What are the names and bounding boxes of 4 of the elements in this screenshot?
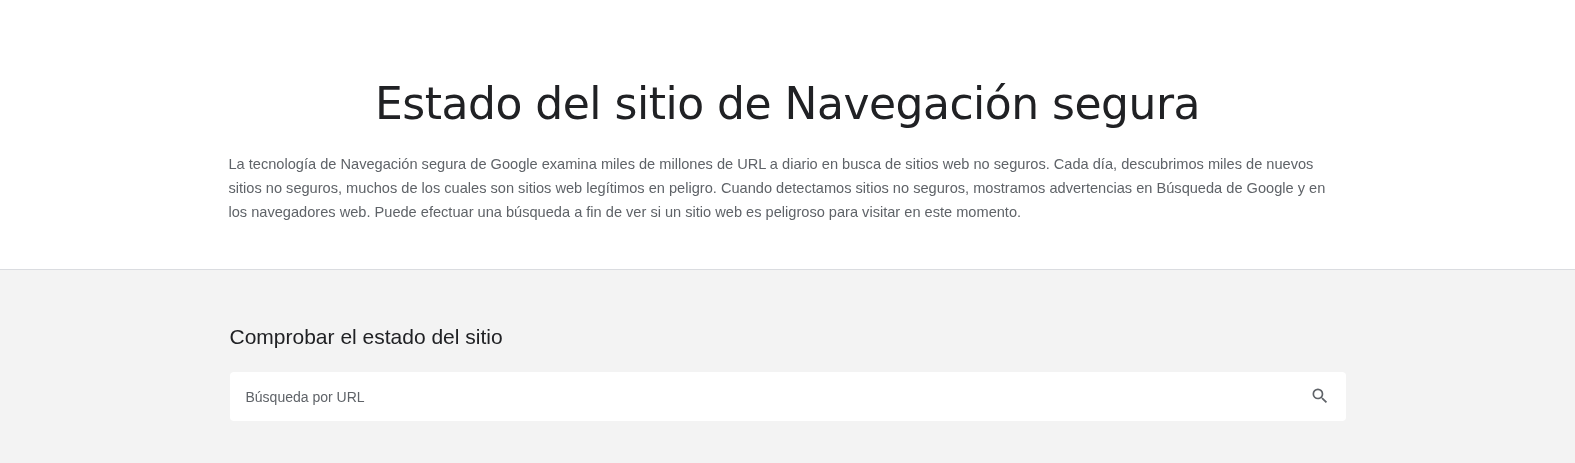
search-field[interactable]: Búsqueda por URL xyxy=(229,372,1346,421)
page-title: Estado del sitio de Navegación segura xyxy=(375,77,1200,131)
description-paragraph: La tecnología de Navegación segura de Google examina miles de millones de URL a diario en busca de sitios web no seguros. Cada día, descubrimos miles de nuevos sitios no seguros, muchos de los cuales son sitios web legítimos en peligro. Cuando detectamos sitios no seguros, mostramos advertencias en Búsqueda de Google y en los navegadores web. Puede efectuar una búsqueda a fin de ver si un sitio web es peligroso para visitar en este momento. xyxy=(228,155,1327,222)
section-heading: Comprobar el estado del sitio xyxy=(229,324,504,350)
